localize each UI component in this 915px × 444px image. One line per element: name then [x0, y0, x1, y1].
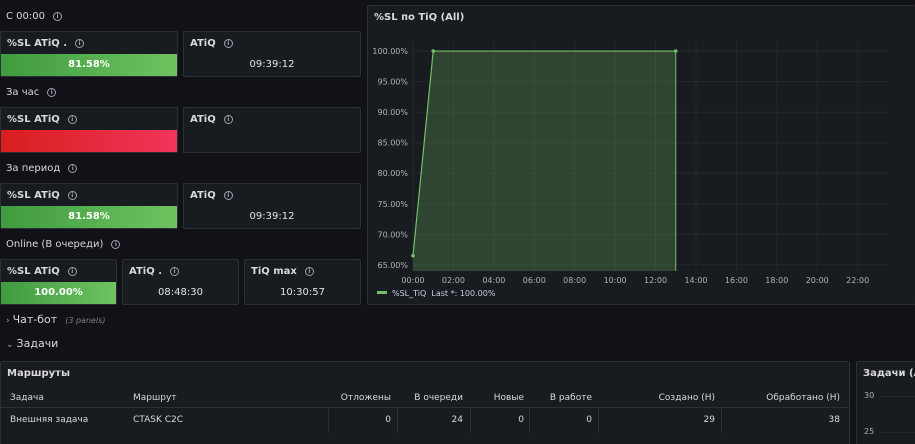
legend-swatch [377, 291, 387, 294]
sl-atiq-panel-today[interactable]: %SL ATiQ .i 81.58% [0, 31, 178, 77]
info-icon[interactable]: i [67, 115, 77, 124]
row-tasks[interactable]: ⌄ Задачи [6, 337, 58, 350]
legend-last-value: Last *: 100.00% [431, 289, 496, 298]
table-cell-route: CTASK C2C [133, 415, 184, 425]
table-cell-queued: 24 [451, 415, 463, 425]
column-divider [328, 408, 329, 433]
col-header-created[interactable]: Создано (Н) [659, 393, 715, 403]
y-tick-label: 65.00% [377, 261, 408, 270]
tiq-max-panel-online[interactable]: TiQ max i 10:30:57 [244, 259, 361, 305]
x-tick-label: 12:00 [644, 276, 667, 285]
chart-legend[interactable]: %SL_TiQ Last *: 100.00% [377, 289, 495, 298]
table-cell-created: 29 [703, 415, 715, 425]
info-icon[interactable]: i [68, 164, 78, 173]
tasks-chart-panel[interactable]: Задачи (All 30 25 [856, 361, 915, 444]
tasks-chart-title: Задачи (All [863, 368, 915, 379]
x-tick-label: 02:00 [442, 276, 465, 285]
table-cell-processed: 38 [828, 415, 840, 425]
sl-tiq-chart[interactable]: 100.00% 95.00% 90.00% 85.00% 80.00% 75.00% 70.… [368, 6, 915, 306]
col-header-queued[interactable]: В очереди [414, 393, 463, 403]
tiq-max-value: 10:30:57 [280, 287, 325, 298]
table-cell-in-work: 0 [586, 415, 592, 425]
table-cell-deferred: 0 [385, 415, 391, 425]
x-tick-label: 18:00 [765, 276, 788, 285]
x-tick-label: 08:00 [563, 276, 586, 285]
tasks-y-tick: 25 [864, 427, 875, 436]
y-tick-label: 100.00% [372, 47, 408, 56]
column-divider [598, 408, 599, 433]
atiq-value: 08:48:30 [158, 287, 203, 298]
data-point [411, 253, 415, 258]
routes-table-panel[interactable]: Маршруты Задача Маршрут Отложены В очере… [0, 361, 850, 444]
tasks-y-tick: 30 [864, 391, 875, 400]
x-tick-label: 06:00 [523, 276, 546, 285]
info-icon[interactable]: i [223, 39, 233, 48]
info-icon[interactable]: i [67, 267, 77, 276]
atiq-value: 09:39:12 [249, 211, 295, 222]
table-title: Маршруты [7, 368, 70, 379]
data-point [673, 49, 678, 53]
atiq-panel-period[interactable]: ATiQ i 09:39:12 [183, 183, 361, 229]
info-icon[interactable]: i [67, 191, 77, 200]
section-per-hour: За час i [6, 87, 57, 98]
y-tick-label: 80.00% [377, 169, 408, 178]
sl-atiq-panel-period[interactable]: %SL ATiQ i 81.58% [0, 183, 178, 229]
x-tick-label: 10:00 [604, 276, 627, 285]
info-icon[interactable]: i [52, 12, 62, 21]
col-header-new[interactable]: Новые [494, 393, 524, 403]
x-tick-label: 04:00 [482, 276, 505, 285]
section-per-period: За период i [6, 163, 78, 174]
col-header-route[interactable]: Маршрут [133, 393, 177, 403]
y-tick-label: 70.00% [377, 230, 408, 239]
table-cell-new: 0 [518, 415, 524, 425]
row-chatbot[interactable]: › Чат-бот (3 panels) [6, 313, 105, 326]
col-header-processed[interactable]: Обработано (Н) [766, 393, 840, 403]
chevron-down-icon: ⌄ [6, 340, 14, 350]
section-online: Online (В очереди) i [6, 239, 121, 250]
atiq-value: 09:39:12 [249, 59, 295, 70]
info-icon[interactable]: i [47, 88, 57, 97]
grid-line [881, 432, 915, 433]
chevron-right-icon: › [6, 316, 10, 326]
col-header-in-work[interactable]: В работе [550, 393, 592, 403]
y-tick-label: 75.00% [377, 200, 408, 209]
column-divider [470, 408, 471, 433]
sl-atiq-panel-online[interactable]: %SL ATiQ i 100.00% [0, 259, 117, 305]
grid-line [881, 396, 915, 397]
y-tick-label: 95.00% [377, 78, 408, 87]
atiq-panel-today[interactable]: ATiQ i 09:39:12 [183, 31, 361, 77]
atiq-panel-hour[interactable]: ATiQ i [183, 107, 361, 153]
atiq-panel-online[interactable]: ATiQ .i 08:48:30 [122, 259, 239, 305]
data-point [431, 49, 436, 53]
series-area [413, 51, 676, 271]
x-tick-label: 00:00 [401, 276, 424, 285]
legend-series-name: %SL_TiQ [392, 289, 427, 298]
y-tick-label: 90.00% [377, 108, 408, 117]
info-icon[interactable]: i [170, 267, 179, 276]
info-icon[interactable]: i [304, 267, 314, 276]
column-divider [529, 408, 530, 433]
column-divider [721, 408, 722, 433]
x-tick-label: 22:00 [846, 276, 869, 285]
column-divider [397, 408, 398, 433]
info-icon[interactable]: i [111, 240, 121, 249]
info-icon[interactable]: i [75, 39, 85, 48]
x-tick-label: 20:00 [806, 276, 829, 285]
sl-gauge-bar [1, 130, 177, 152]
info-icon[interactable]: i [223, 115, 233, 124]
sl-tiq-chart-panel[interactable]: %SL по TiQ (All) 100.00% 95.00% 90.00% 85.0… [367, 5, 915, 305]
sl-atiq-panel-hour[interactable]: %SL ATiQ i [0, 107, 178, 153]
y-tick-label: 85.00% [377, 139, 408, 148]
info-icon[interactable]: i [223, 191, 233, 200]
sl-gauge-bar: 81.58% [1, 206, 177, 228]
x-tick-label: 14:00 [684, 276, 707, 285]
col-header-task[interactable]: Задача [10, 393, 44, 403]
sl-gauge-bar: 81.58% [1, 54, 177, 76]
sl-gauge-bar: 100.00% [1, 282, 116, 304]
col-header-deferred[interactable]: Отложены [341, 393, 391, 403]
table-cell-task: Внешняя задача [10, 415, 89, 425]
section-since-midnight: С 00:00 i [6, 11, 62, 22]
x-tick-label: 16:00 [725, 276, 748, 285]
